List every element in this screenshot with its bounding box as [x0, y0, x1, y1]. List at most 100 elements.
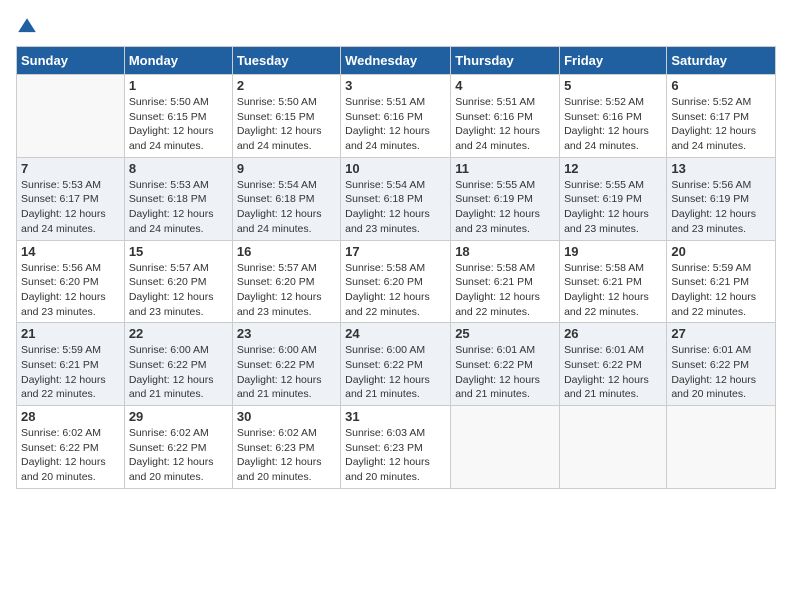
day-number: 18 [455, 244, 555, 259]
calendar-cell: 1 Sunrise: 5:50 AMSunset: 6:15 PMDaylight… [124, 75, 232, 158]
calendar-cell: 31 Sunrise: 6:03 AMSunset: 6:23 PMDayligh… [341, 406, 451, 489]
day-number: 6 [671, 78, 771, 93]
day-number: 26 [564, 326, 662, 341]
day-info: Sunrise: 6:00 AMSunset: 6:22 PMDaylight:… [345, 343, 446, 402]
day-info: Sunrise: 5:58 AMSunset: 6:20 PMDaylight:… [345, 261, 446, 320]
calendar-week-row: 21 Sunrise: 5:59 AMSunset: 6:21 PMDayligh… [17, 323, 776, 406]
day-info: Sunrise: 6:02 AMSunset: 6:22 PMDaylight:… [129, 426, 228, 485]
day-number: 22 [129, 326, 228, 341]
day-info: Sunrise: 6:02 AMSunset: 6:23 PMDaylight:… [237, 426, 336, 485]
calendar-week-row: 1 Sunrise: 5:50 AMSunset: 6:15 PMDaylight… [17, 75, 776, 158]
col-header-saturday: Saturday [667, 47, 776, 75]
day-number: 21 [21, 326, 120, 341]
day-number: 16 [237, 244, 336, 259]
day-info: Sunrise: 5:58 AMSunset: 6:21 PMDaylight:… [455, 261, 555, 320]
day-info: Sunrise: 5:54 AMSunset: 6:18 PMDaylight:… [345, 178, 446, 237]
calendar-cell: 18 Sunrise: 5:58 AMSunset: 6:21 PMDayligh… [451, 240, 560, 323]
day-number: 23 [237, 326, 336, 341]
calendar-cell: 3 Sunrise: 5:51 AMSunset: 6:16 PMDaylight… [341, 75, 451, 158]
day-info: Sunrise: 5:52 AMSunset: 6:17 PMDaylight:… [671, 95, 771, 154]
day-info: Sunrise: 5:58 AMSunset: 6:21 PMDaylight:… [564, 261, 662, 320]
day-number: 17 [345, 244, 446, 259]
day-number: 5 [564, 78, 662, 93]
day-info: Sunrise: 6:02 AMSunset: 6:22 PMDaylight:… [21, 426, 120, 485]
day-number: 1 [129, 78, 228, 93]
day-number: 10 [345, 161, 446, 176]
day-info: Sunrise: 5:55 AMSunset: 6:19 PMDaylight:… [564, 178, 662, 237]
day-number: 3 [345, 78, 446, 93]
day-info: Sunrise: 6:01 AMSunset: 6:22 PMDaylight:… [671, 343, 771, 402]
col-header-monday: Monday [124, 47, 232, 75]
calendar-cell: 5Sunrise: 5:52 AMSunset: 6:16 PMDaylight… [560, 75, 667, 158]
calendar-cell: 8 Sunrise: 5:53 AMSunset: 6:18 PMDaylight… [124, 157, 232, 240]
day-info: Sunrise: 6:00 AMSunset: 6:22 PMDaylight:… [129, 343, 228, 402]
day-number: 19 [564, 244, 662, 259]
day-number: 31 [345, 409, 446, 424]
calendar-cell [17, 75, 125, 158]
day-info: Sunrise: 5:56 AMSunset: 6:19 PMDaylight:… [671, 178, 771, 237]
day-info: Sunrise: 5:59 AMSunset: 6:21 PMDaylight:… [21, 343, 120, 402]
day-number: 15 [129, 244, 228, 259]
col-header-sunday: Sunday [17, 47, 125, 75]
day-info: Sunrise: 6:01 AMSunset: 6:22 PMDaylight:… [564, 343, 662, 402]
day-info: Sunrise: 5:57 AMSunset: 6:20 PMDaylight:… [237, 261, 336, 320]
calendar-cell: 22 Sunrise: 6:00 AMSunset: 6:22 PMDayligh… [124, 323, 232, 406]
day-number: 11 [455, 161, 555, 176]
day-info: Sunrise: 6:00 AMSunset: 6:22 PMDaylight:… [237, 343, 336, 402]
calendar-cell: 4 Sunrise: 5:51 AMSunset: 6:16 PMDaylight… [451, 75, 560, 158]
day-number: 9 [237, 161, 336, 176]
day-info: Sunrise: 6:01 AMSunset: 6:22 PMDaylight:… [455, 343, 555, 402]
logo-icon [16, 16, 38, 38]
col-header-thursday: Thursday [451, 47, 560, 75]
col-header-friday: Friday [560, 47, 667, 75]
day-info: Sunrise: 6:03 AMSunset: 6:23 PMDaylight:… [345, 426, 446, 485]
logo [16, 16, 40, 38]
calendar-cell: 12Sunrise: 5:55 AMSunset: 6:19 PMDayligh… [560, 157, 667, 240]
day-number: 2 [237, 78, 336, 93]
day-number: 8 [129, 161, 228, 176]
day-info: Sunrise: 5:56 AMSunset: 6:20 PMDaylight:… [21, 261, 120, 320]
calendar-cell [451, 406, 560, 489]
col-header-tuesday: Tuesday [232, 47, 340, 75]
day-info: Sunrise: 5:57 AMSunset: 6:20 PMDaylight:… [129, 261, 228, 320]
calendar-cell: 7 Sunrise: 5:53 AMSunset: 6:17 PMDaylight… [17, 157, 125, 240]
col-header-wednesday: Wednesday [341, 47, 451, 75]
day-number: 20 [671, 244, 771, 259]
calendar-cell: 13Sunrise: 5:56 AMSunset: 6:19 PMDayligh… [667, 157, 776, 240]
day-number: 30 [237, 409, 336, 424]
day-number: 27 [671, 326, 771, 341]
calendar-cell: 30 Sunrise: 6:02 AMSunset: 6:23 PMDayligh… [232, 406, 340, 489]
day-info: Sunrise: 5:51 AMSunset: 6:16 PMDaylight:… [345, 95, 446, 154]
day-info: Sunrise: 5:53 AMSunset: 6:17 PMDaylight:… [21, 178, 120, 237]
calendar-cell: 23 Sunrise: 6:00 AMSunset: 6:22 PMDayligh… [232, 323, 340, 406]
calendar-cell: 9 Sunrise: 5:54 AMSunset: 6:18 PMDaylight… [232, 157, 340, 240]
calendar: SundayMondayTuesdayWednesdayThursdayFrid… [16, 46, 776, 489]
calendar-cell: 19 Sunrise: 5:58 AMSunset: 6:21 PMDayligh… [560, 240, 667, 323]
day-info: Sunrise: 5:53 AMSunset: 6:18 PMDaylight:… [129, 178, 228, 237]
calendar-cell: 25Sunrise: 6:01 AMSunset: 6:22 PMDayligh… [451, 323, 560, 406]
day-info: Sunrise: 5:50 AMSunset: 6:15 PMDaylight:… [129, 95, 228, 154]
calendar-cell: 29 Sunrise: 6:02 AMSunset: 6:22 PMDayligh… [124, 406, 232, 489]
calendar-week-row: 14 Sunrise: 5:56 AMSunset: 6:20 PMDayligh… [17, 240, 776, 323]
calendar-cell: 15 Sunrise: 5:57 AMSunset: 6:20 PMDayligh… [124, 240, 232, 323]
calendar-cell: 24 Sunrise: 6:00 AMSunset: 6:22 PMDayligh… [341, 323, 451, 406]
calendar-cell [560, 406, 667, 489]
day-number: 29 [129, 409, 228, 424]
calendar-cell: 27 Sunrise: 6:01 AMSunset: 6:22 PMDayligh… [667, 323, 776, 406]
calendar-cell: 10 Sunrise: 5:54 AMSunset: 6:18 PMDayligh… [341, 157, 451, 240]
calendar-cell: 20Sunrise: 5:59 AMSunset: 6:21 PMDayligh… [667, 240, 776, 323]
calendar-cell: 11Sunrise: 5:55 AMSunset: 6:19 PMDayligh… [451, 157, 560, 240]
calendar-cell: 26 Sunrise: 6:01 AMSunset: 6:22 PMDayligh… [560, 323, 667, 406]
day-info: Sunrise: 5:51 AMSunset: 6:16 PMDaylight:… [455, 95, 555, 154]
day-info: Sunrise: 5:54 AMSunset: 6:18 PMDaylight:… [237, 178, 336, 237]
calendar-cell: 14 Sunrise: 5:56 AMSunset: 6:20 PMDayligh… [17, 240, 125, 323]
day-info: Sunrise: 5:50 AMSunset: 6:15 PMDaylight:… [237, 95, 336, 154]
calendar-cell: 21 Sunrise: 5:59 AMSunset: 6:21 PMDayligh… [17, 323, 125, 406]
calendar-header-row: SundayMondayTuesdayWednesdayThursdayFrid… [17, 47, 776, 75]
calendar-cell: 6 Sunrise: 5:52 AMSunset: 6:17 PMDaylight… [667, 75, 776, 158]
day-number: 14 [21, 244, 120, 259]
day-number: 24 [345, 326, 446, 341]
day-number: 7 [21, 161, 120, 176]
day-number: 4 [455, 78, 555, 93]
calendar-week-row: 7 Sunrise: 5:53 AMSunset: 6:17 PMDaylight… [17, 157, 776, 240]
